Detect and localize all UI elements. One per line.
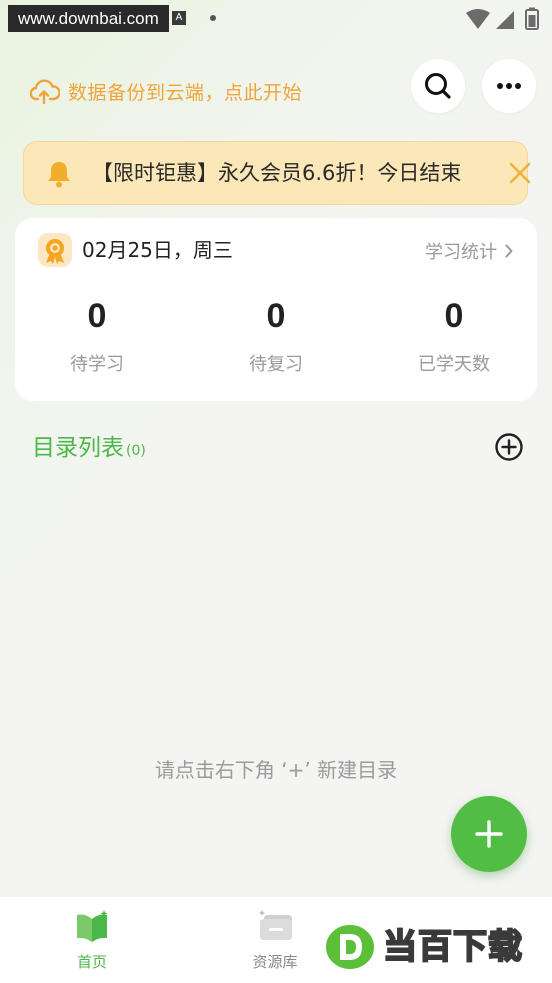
more-dots-icon <box>497 83 521 89</box>
wifi-icon <box>466 9 490 29</box>
stat-label: 待复习 <box>249 354 303 375</box>
stat-days-learned[interactable]: 0 已学天数 <box>374 296 534 378</box>
notification-icon: A <box>172 11 186 25</box>
directory-count: (0) <box>126 443 146 459</box>
stat-label: 已学天数 <box>418 354 490 375</box>
study-stats-label: 学习统计 <box>425 242 497 263</box>
directory-title-text: 目录列表 <box>32 435 124 461</box>
study-stats-card: 02月25日，周三 学习统计 0 待学习 0 待复习 0 已学天数 <box>15 218 537 401</box>
status-bar: www.downbai.com A <box>0 0 552 36</box>
cloud-backup-text: 数据备份到云端，点此开始 <box>68 81 303 104</box>
empty-directory-hint: 请点击右下角 ‘+’ 新建目录 <box>154 758 398 782</box>
close-icon[interactable] <box>508 161 532 185</box>
chevron-right-icon <box>505 244 513 258</box>
date-badge <box>38 233 72 267</box>
plus-icon <box>475 820 503 848</box>
cloud-upload-icon <box>30 79 60 105</box>
bell-icon <box>48 162 70 188</box>
add-directory-icon[interactable] <box>494 432 524 462</box>
search-icon <box>425 73 451 99</box>
directory-list-title: 目录列表 (0) <box>32 431 146 465</box>
library-icon <box>259 910 292 940</box>
watermark-logo: 当百下载 <box>323 920 545 976</box>
signal-icon <box>496 11 514 29</box>
watermark-d-logo-icon <box>324 923 376 971</box>
stat-label: 待学习 <box>70 354 124 375</box>
notification-dot-icon <box>210 15 216 21</box>
app-screen: www.downbai.com A 数据备份到云端，点此开始 【限时钜惠】永久会… <box>0 0 552 983</box>
watermark-url: www.downbai.com <box>8 5 169 32</box>
system-status-icons <box>466 7 539 30</box>
create-directory-fab[interactable] <box>451 796 527 872</box>
stat-to-review[interactable]: 0 待复习 <box>196 296 356 378</box>
more-options-button[interactable] <box>482 59 536 113</box>
nav-label-library: 资源库 <box>252 953 298 971</box>
promo-banner[interactable]: 【限时钜惠】永久会员6.6折！今日结束 <box>23 141 531 205</box>
cloud-backup-prompt[interactable]: 数据备份到云端，点此开始 <box>30 76 302 106</box>
stat-value: 0 <box>266 297 286 335</box>
current-date: 02月25日，周三 <box>82 238 233 262</box>
stat-value: 0 <box>87 297 107 335</box>
stat-to-learn[interactable]: 0 待学习 <box>17 296 177 378</box>
study-stats-link[interactable]: 学习统计 <box>425 237 513 265</box>
nav-item-library[interactable]: 资源库 <box>215 897 335 983</box>
book-icon <box>77 910 108 942</box>
promo-text: 【限时钜惠】永久会员6.6折！今日结束 <box>92 161 462 185</box>
watermark-logo-text: 当百下载 <box>382 926 523 968</box>
nav-item-home[interactable]: 首页 <box>32 897 152 983</box>
battery-icon <box>525 7 539 30</box>
stat-value: 0 <box>444 297 464 335</box>
nav-label-home: 首页 <box>76 953 107 971</box>
medal-icon <box>46 239 64 264</box>
search-button[interactable] <box>411 59 465 113</box>
